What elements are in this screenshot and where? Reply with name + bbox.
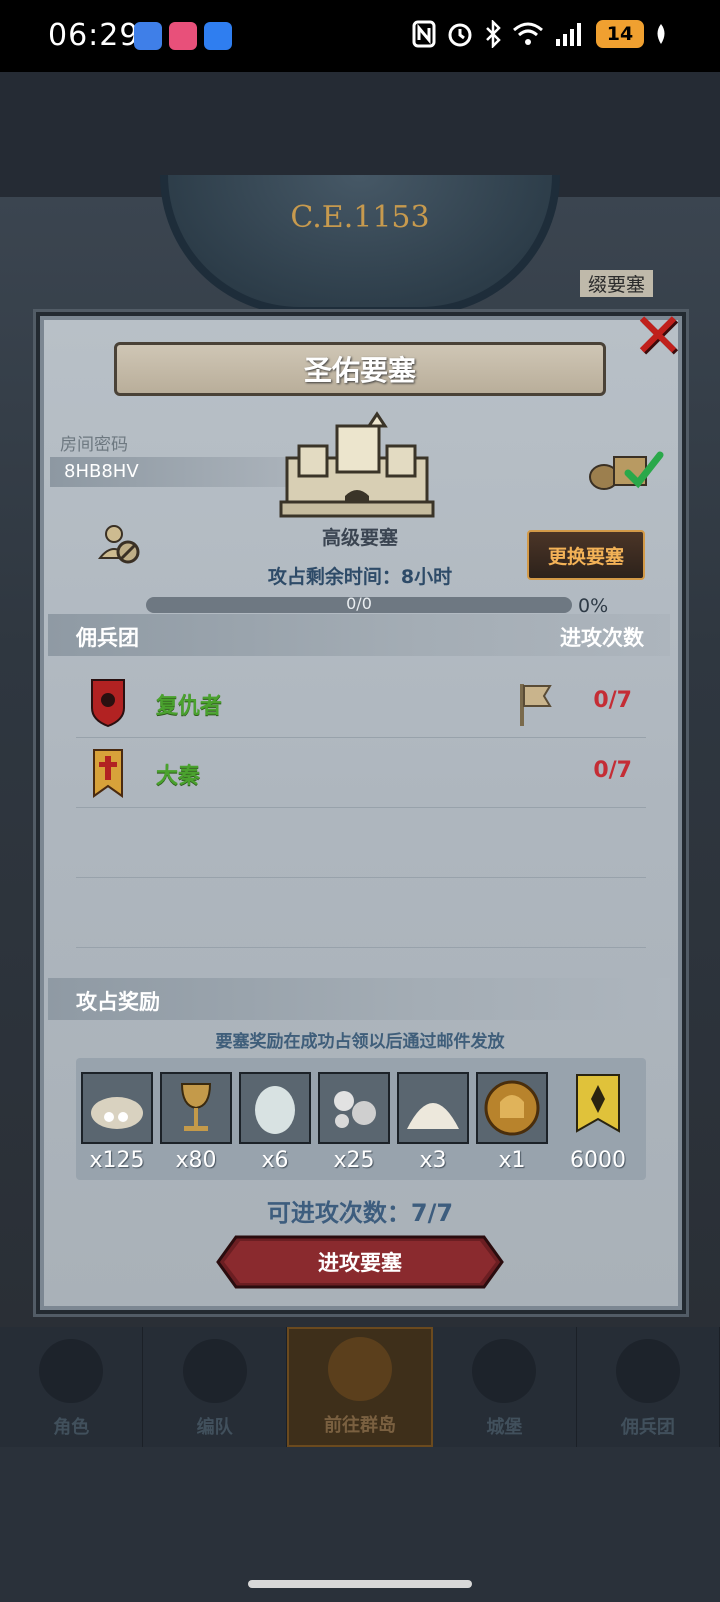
guild-banner-icon	[562, 1072, 634, 1144]
attack-count: 0/7	[593, 758, 632, 783]
time-remaining: 攻占剩余时间：8小时	[267, 566, 453, 588]
battery-icon: 14	[596, 20, 644, 48]
nav-character[interactable]: 角色	[0, 1327, 144, 1447]
reward-item[interactable]: x6	[238, 1072, 312, 1173]
attack-button-label: 进攻要塞	[318, 1251, 402, 1275]
knight-icon	[39, 1339, 104, 1403]
knight-medal-icon	[476, 1072, 548, 1144]
status-bar: 06:29 14	[0, 0, 720, 72]
nav-label: 角色	[53, 1417, 90, 1438]
red-shield-crest-icon	[91, 679, 125, 728]
user-blocked-icon[interactable]	[98, 522, 142, 566]
era-label: C.E.1153	[290, 200, 430, 235]
close-icon: ✕	[632, 299, 684, 372]
message-app-icon	[134, 22, 162, 50]
fortress-icon	[279, 411, 435, 518]
progress-text: 0/0	[346, 594, 372, 613]
reward-note: 要塞奖励在成功占领以后通过邮件发放	[215, 1032, 505, 1052]
mercenary-section-header: 佣兵团 进攻次数	[48, 614, 670, 656]
helmet-icon	[182, 1339, 247, 1403]
salt-pile-icon	[397, 1072, 469, 1144]
reward-quantity: x80	[175, 1148, 217, 1173]
mercenary-header-label: 佣兵团	[76, 626, 139, 650]
reward-header-label: 攻占奖励	[76, 990, 160, 1014]
reward-section-header: 攻占奖励	[48, 978, 670, 1020]
silver-sack-icon	[81, 1072, 153, 1144]
attack-fortress-button[interactable]: 进攻要塞	[216, 1235, 504, 1289]
bluetooth-icon	[486, 20, 501, 48]
castle-icon	[472, 1339, 537, 1403]
nav-label: 前往群岛	[324, 1415, 397, 1436]
bottom-nav: 角色 编队 前往群岛 城堡 佣兵团	[0, 1327, 720, 1447]
empty-mercenary-slot	[76, 878, 646, 948]
reward-item[interactable]: x3	[396, 1072, 470, 1173]
bottom-area	[0, 1447, 720, 1602]
nav-formation[interactable]: 编队	[143, 1327, 287, 1447]
attacks-available: 可进攻次数：7/7	[266, 1199, 454, 1227]
wifi-icon	[513, 22, 543, 45]
silver-ore-icon	[318, 1072, 390, 1144]
reward-item[interactable]: x125	[80, 1072, 154, 1173]
reward-item[interactable]: 6000	[560, 1072, 636, 1173]
nav-label: 城堡	[486, 1417, 523, 1438]
flag-icon	[520, 684, 552, 726]
empty-mercenary-slot	[76, 808, 646, 878]
reward-quantity: x25	[333, 1148, 375, 1173]
goblet-icon	[160, 1072, 232, 1144]
cross-banner-crest-icon	[93, 749, 123, 798]
signal-icon	[556, 23, 581, 46]
alarm-icon	[448, 23, 472, 47]
nav-mercenary[interactable]: 佣兵团	[577, 1327, 720, 1447]
stone-egg-icon	[239, 1072, 311, 1144]
reward-quantity: 6000	[570, 1148, 626, 1173]
close-button[interactable]: ✕	[630, 299, 686, 372]
leaf-icon	[657, 24, 665, 44]
attack-count: 0/7	[593, 688, 632, 713]
mercenary-row[interactable]: 大秦 0/7	[76, 738, 646, 808]
status-icons: 14	[412, 20, 668, 48]
nfc-icon	[412, 20, 436, 48]
loot-collected-icon	[589, 451, 664, 490]
capture-progress-bar: 0/0	[146, 594, 572, 613]
reward-item[interactable]: x1	[475, 1072, 549, 1173]
reward-item[interactable]: x80	[159, 1072, 233, 1173]
nav-label: 佣兵团	[620, 1417, 675, 1438]
nav-castle[interactable]: 城堡	[433, 1327, 577, 1447]
nav-label: 编队	[196, 1417, 233, 1438]
dialog-title: 圣佑要塞	[114, 342, 606, 396]
reward-quantity: x125	[89, 1148, 145, 1173]
room-code-label: 房间密码	[60, 435, 128, 455]
nav-islands[interactable]: 前往群岛	[286, 1327, 434, 1447]
mercenary-name: 大秦	[156, 764, 201, 789]
reward-quantity: x6	[261, 1148, 289, 1173]
banner-icon	[615, 1339, 680, 1403]
status-time: 06:29	[48, 18, 140, 53]
home-indicator[interactable]	[248, 1580, 472, 1588]
background-fortress-label: 缀要塞	[580, 270, 654, 297]
mercenary-name: 复仇者	[156, 694, 223, 719]
update-app-icon	[204, 22, 232, 50]
compass-icon	[328, 1337, 393, 1401]
room-code[interactable]: 8HB8HV	[50, 457, 290, 487]
attack-count-header-label: 进攻次数	[560, 626, 644, 650]
bilibili-app-icon	[169, 22, 197, 50]
reward-item[interactable]: x25	[317, 1072, 391, 1173]
reward-quantity: x1	[498, 1148, 526, 1173]
reward-quantity: x3	[419, 1148, 447, 1173]
mercenary-row[interactable]: 复仇者 0/7	[76, 668, 646, 738]
